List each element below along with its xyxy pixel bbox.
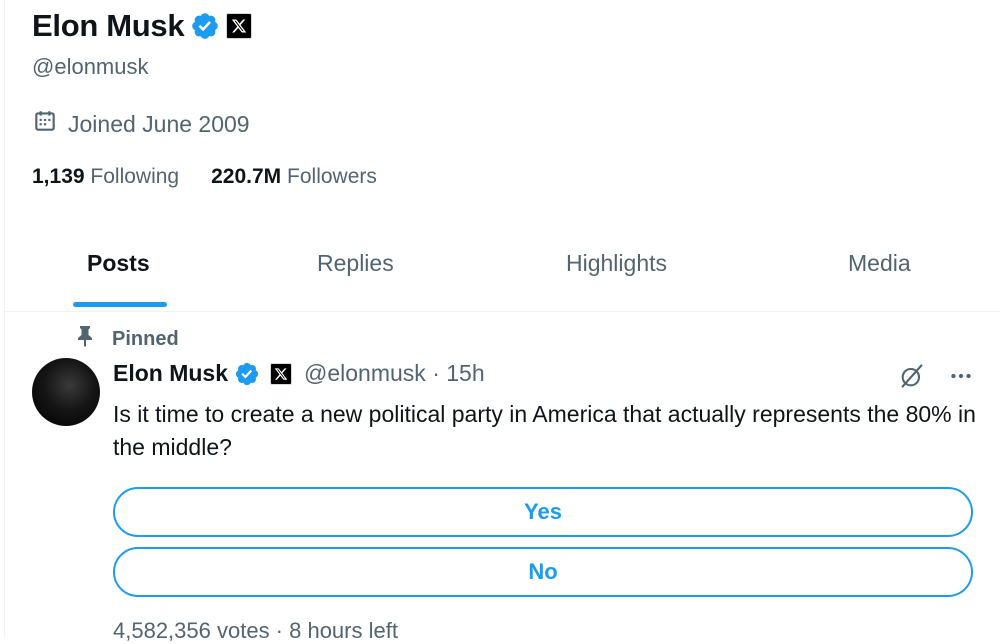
calendar-icon (32, 108, 58, 140)
post-text: Is it time to create a new political par… (113, 401, 976, 460)
followers-count: 220.7M (211, 165, 282, 188)
poll-footer: 4,582,356 votes · 8 hours left (113, 618, 398, 643)
grok-icon[interactable] (898, 362, 926, 395)
post-header: Elon Musk @elonmusk · 15h (113, 360, 485, 387)
x-logo-icon[interactable] (270, 362, 293, 385)
post-author-name[interactable]: Elon Musk (113, 360, 228, 387)
profile-name-row: Elon Musk (32, 8, 253, 44)
pin-icon (76, 325, 94, 353)
following-count: 1,139 (32, 165, 85, 188)
following-label: Following (90, 165, 180, 188)
followers-label: Followers (287, 165, 377, 188)
poll-option-no[interactable]: No (113, 547, 973, 597)
joined-date: Joined June 2009 (32, 108, 250, 140)
followers-link[interactable]: 220.7M Followers (211, 165, 377, 189)
active-tab-indicator (73, 302, 167, 307)
more-icon[interactable] (948, 363, 974, 394)
profile-tabs: Posts Replies Highlights Media (4, 228, 1000, 312)
poll-option-yes[interactable]: Yes (113, 487, 973, 537)
pinned-indicator: Pinned (76, 325, 179, 353)
meta-separator: · (432, 360, 440, 386)
tab-highlights[interactable]: Highlights (566, 250, 667, 277)
verified-badge-icon[interactable] (190, 11, 220, 41)
joined-label: Joined June 2009 (68, 110, 250, 137)
follow-stats: 1,139 Following 220.7M Followers (32, 165, 377, 189)
profile-name: Elon Musk (32, 8, 185, 43)
left-border (4, 0, 5, 637)
avatar[interactable] (32, 358, 100, 426)
tab-posts[interactable]: Posts (87, 250, 150, 277)
post-actions (898, 362, 974, 395)
pinned-label: Pinned (112, 327, 179, 350)
post-time[interactable]: 15h (446, 360, 484, 386)
post-author-handle[interactable]: @elonmusk (304, 360, 426, 386)
x-logo-icon[interactable] (226, 13, 253, 39)
profile-handle: @elonmusk (32, 54, 149, 79)
tab-replies[interactable]: Replies (317, 250, 394, 277)
verified-badge-icon[interactable] (234, 361, 260, 387)
tab-media[interactable]: Media (848, 250, 911, 277)
following-link[interactable]: 1,139 Following (32, 165, 179, 189)
post-meta: @elonmusk · 15h (304, 360, 485, 387)
